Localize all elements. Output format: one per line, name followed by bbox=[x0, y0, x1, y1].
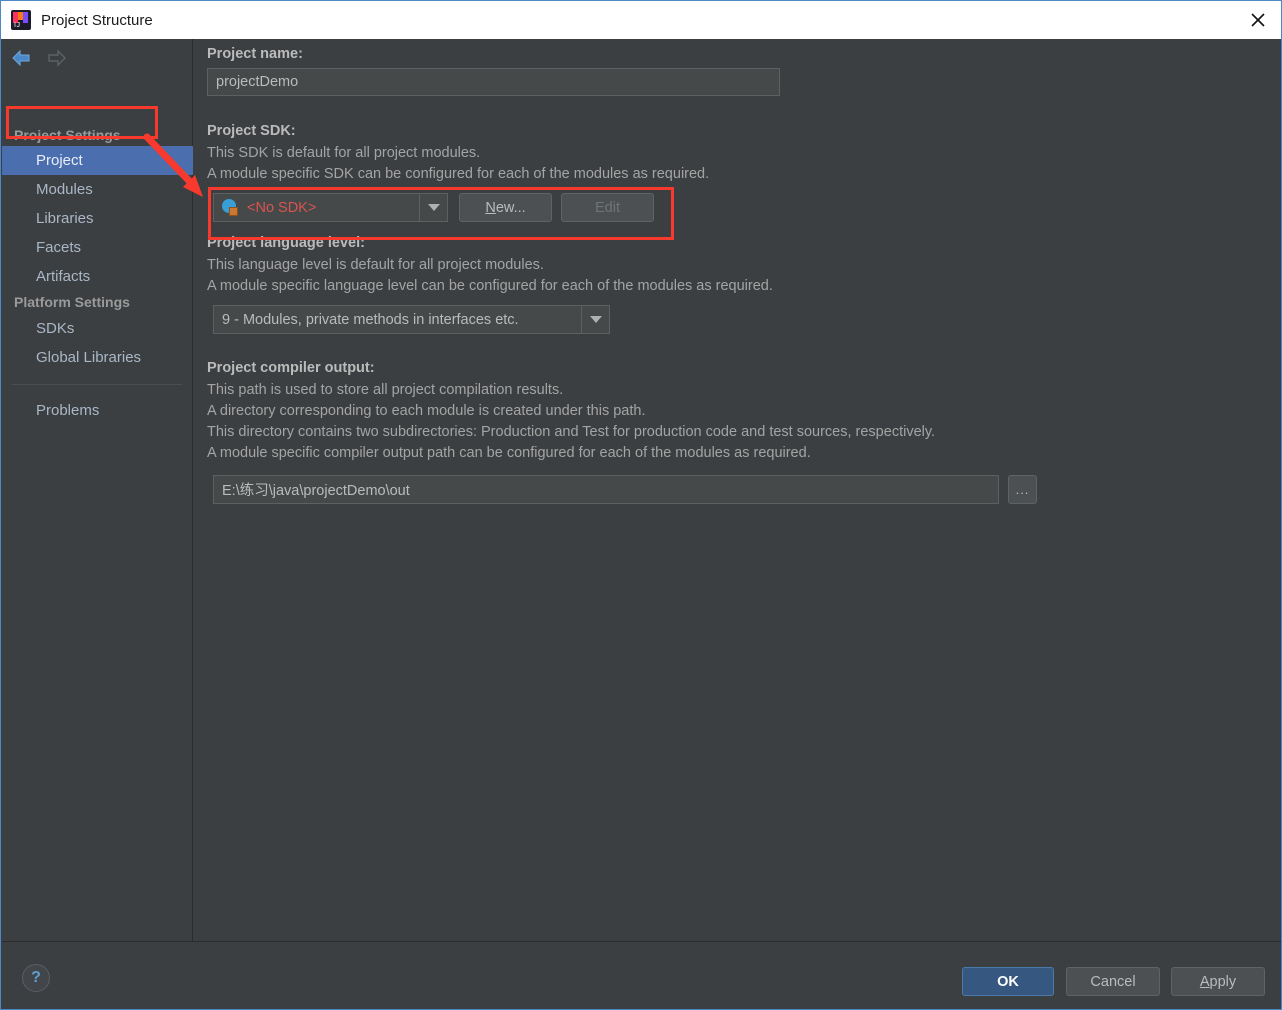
sidebar-item-label: SDKs bbox=[36, 320, 75, 337]
project-sdk-label: Project SDK: bbox=[207, 123, 296, 139]
compiler-output-desc-3: This directory contains two subdirectori… bbox=[207, 424, 936, 440]
sidebar-item-problems[interactable]: Problems bbox=[2, 396, 193, 425]
sidebar-item-label: Global Libraries bbox=[36, 349, 142, 366]
sidebar-item-project[interactable]: Project bbox=[2, 146, 193, 175]
language-level-desc-2: A module specific language level can be … bbox=[207, 278, 773, 294]
sidebar-item-modules[interactable]: Modules bbox=[2, 175, 193, 204]
edit-sdk-button: Edit bbox=[561, 193, 654, 222]
chevron-down-icon[interactable] bbox=[581, 306, 609, 333]
project-structure-dialog: IJ Project Structure Project Settings Pr… bbox=[0, 0, 1282, 1010]
ok-button[interactable]: OK bbox=[962, 967, 1054, 996]
cancel-button[interactable]: Cancel bbox=[1066, 967, 1160, 996]
project-settings-pane: Project name: projectDemo Project SDK: T… bbox=[194, 39, 1281, 941]
project-sdk-value: <No SDK> bbox=[247, 199, 317, 216]
compiler-output-desc-1: This path is used to store all project c… bbox=[207, 382, 564, 398]
browse-folder-icon[interactable]: ... bbox=[1008, 475, 1037, 504]
sidebar-item-label: Artifacts bbox=[36, 268, 91, 285]
settings-sidebar: Project Settings Project Modules Librari… bbox=[2, 39, 193, 941]
title-bar: IJ Project Structure bbox=[1, 1, 1281, 39]
project-name-label: Project name: bbox=[207, 46, 303, 62]
help-icon[interactable]: ? bbox=[22, 964, 50, 992]
compiler-output-desc-2: A directory corresponding to each module… bbox=[207, 403, 646, 419]
close-icon[interactable] bbox=[1235, 1, 1281, 39]
group-header-platform-settings: Platform Settings bbox=[14, 294, 130, 310]
compiler-output-desc-4: A module specific compiler output path c… bbox=[207, 445, 811, 461]
group-header-project-settings: Project Settings bbox=[14, 127, 121, 143]
sidebar-divider bbox=[12, 384, 182, 385]
project-sdk-combobox[interactable]: <No SDK> bbox=[213, 193, 448, 222]
sidebar-item-artifacts[interactable]: Artifacts bbox=[2, 262, 193, 291]
language-level-label: Project language level: bbox=[207, 235, 365, 251]
project-name-input[interactable]: projectDemo bbox=[207, 68, 780, 96]
window-title: Project Structure bbox=[41, 11, 153, 29]
sidebar-item-global-libraries[interactable]: Global Libraries bbox=[2, 343, 193, 372]
sidebar-item-facets[interactable]: Facets bbox=[2, 233, 193, 262]
sidebar-item-label: Facets bbox=[36, 239, 82, 256]
back-arrow-icon[interactable] bbox=[10, 47, 32, 69]
sidebar-item-label: Modules bbox=[36, 181, 93, 198]
sidebar-item-label: Libraries bbox=[36, 210, 94, 227]
sdk-module-icon bbox=[222, 199, 239, 216]
intellij-idea-logo-icon: IJ bbox=[11, 10, 31, 30]
sidebar-item-sdks[interactable]: SDKs bbox=[2, 314, 193, 343]
language-level-desc-1: This language level is default for all p… bbox=[207, 257, 544, 273]
project-sdk-desc-2: A module specific SDK can be configured … bbox=[207, 166, 710, 182]
sidebar-item-label: Project bbox=[36, 152, 83, 169]
navigation-arrows bbox=[10, 47, 68, 69]
compiler-output-label: Project compiler output: bbox=[207, 360, 375, 376]
sidebar-item-label: Problems bbox=[36, 402, 100, 419]
sidebar-item-libraries[interactable]: Libraries bbox=[2, 204, 193, 233]
forward-arrow-icon bbox=[46, 47, 68, 69]
chevron-down-icon[interactable] bbox=[419, 194, 447, 221]
compiler-output-path-input[interactable]: E:\练习\java\projectDemo\out bbox=[213, 475, 999, 504]
apply-button[interactable]: Apply bbox=[1171, 967, 1265, 996]
new-sdk-button[interactable]: New... bbox=[459, 193, 552, 222]
project-sdk-desc-1: This SDK is default for all project modu… bbox=[207, 145, 481, 161]
language-level-combobox[interactable]: 9 - Modules, private methods in interfac… bbox=[213, 305, 610, 334]
language-level-value: 9 - Modules, private methods in interfac… bbox=[222, 311, 519, 328]
